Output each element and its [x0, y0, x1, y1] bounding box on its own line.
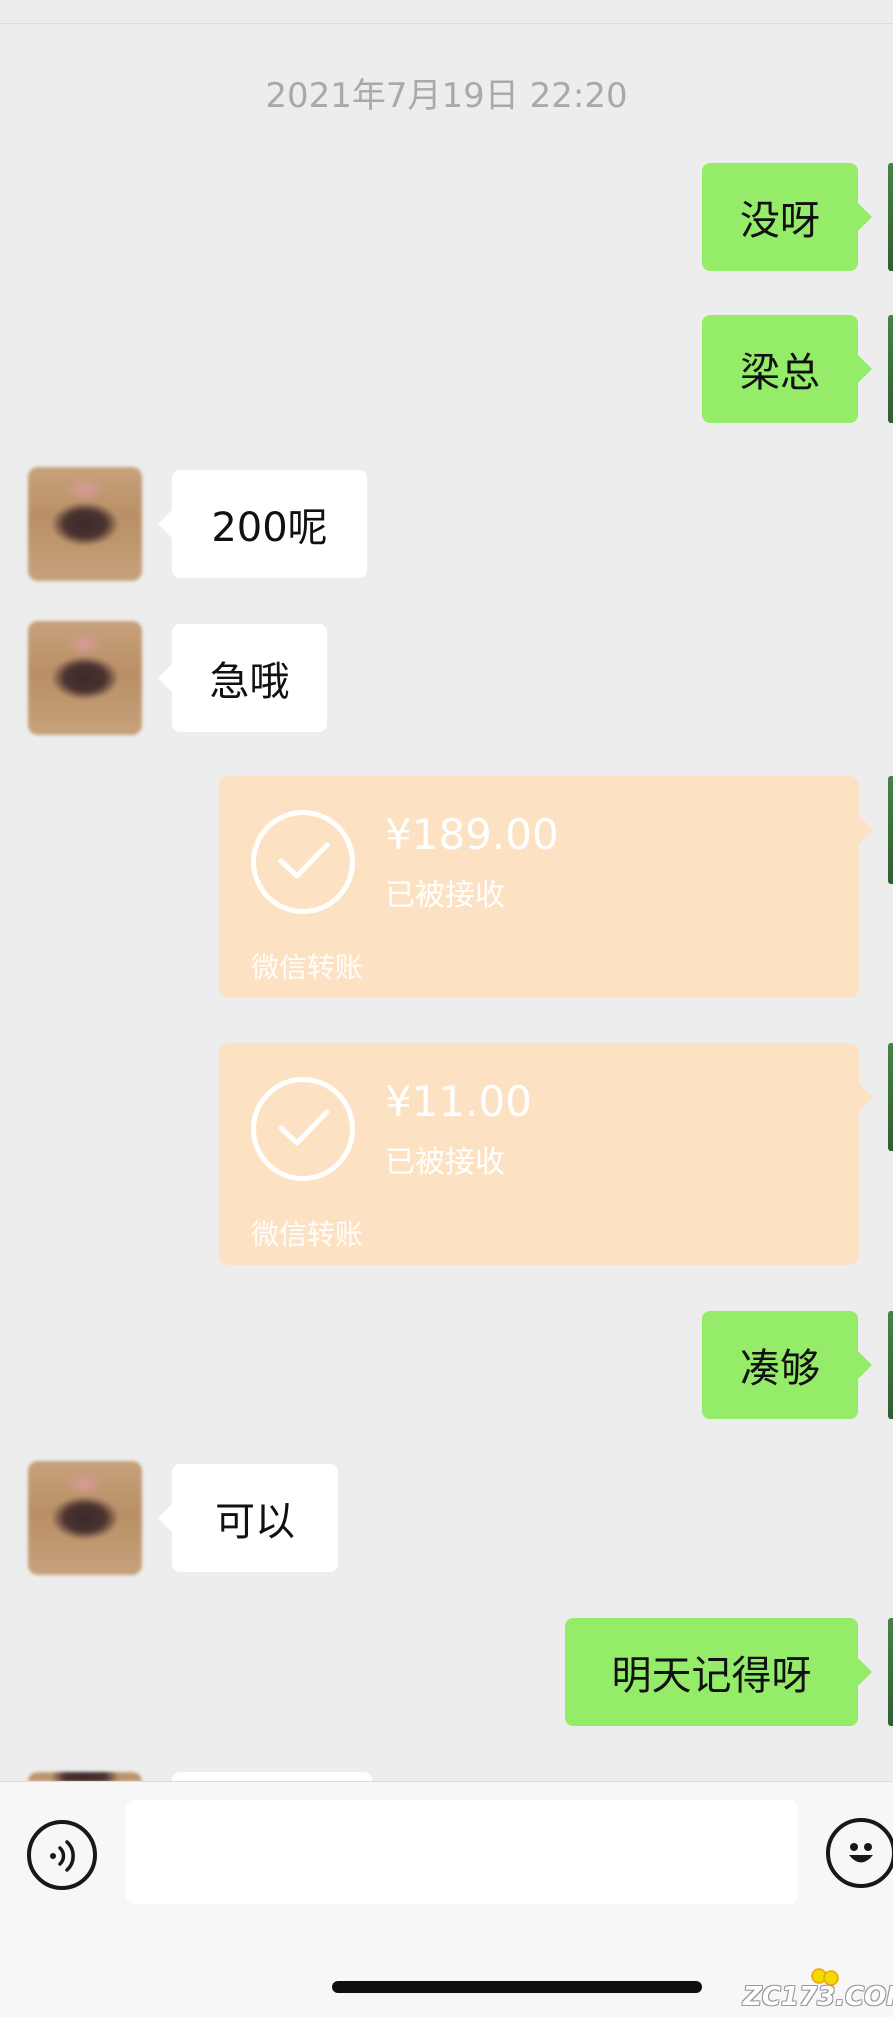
message-bubble-self[interactable]: 凑够 — [702, 1311, 872, 1419]
watermark: ZC173.COM — [743, 1982, 893, 2012]
check-circle-icon — [251, 810, 355, 914]
message-text: 没呀 — [740, 198, 820, 244]
self-avatar[interactable] — [888, 1311, 893, 1419]
transfer-status: 已被接收 — [385, 1145, 505, 1180]
message-input[interactable] — [126, 1800, 798, 1904]
message-bubble-self[interactable]: 明天记得呀 — [565, 1618, 872, 1726]
message-text: 凑够 — [740, 1346, 820, 1392]
voice-icon[interactable] — [27, 1820, 97, 1890]
message-text: 可以 — [215, 1499, 295, 1545]
emoji-icon[interactable] — [826, 1818, 893, 1888]
transfer-label: 微信转账 — [251, 1218, 364, 1251]
message-text: 200呢 — [211, 505, 328, 551]
contact-avatar[interactable] — [28, 621, 142, 735]
transfer-amount: ¥189.00 — [385, 810, 559, 859]
self-avatar[interactable] — [888, 776, 893, 884]
contact-avatar[interactable] — [28, 467, 142, 581]
self-avatar[interactable] — [888, 1618, 893, 1726]
status-bar-divider — [0, 0, 893, 24]
message-text: 明天记得呀 — [611, 1653, 812, 1699]
message-bubble-self[interactable]: 梁总 — [702, 315, 872, 423]
message-bubble-other[interactable]: 可以 — [158, 1464, 338, 1572]
message-bubble-other[interactable]: 200呢 — [158, 470, 367, 578]
message-text: 急哦 — [209, 659, 290, 705]
transfer-card[interactable]: ¥11.00 已被接收 微信转账 — [219, 1043, 873, 1265]
message-text: 梁总 — [740, 350, 820, 396]
contact-avatar[interactable] — [28, 1461, 142, 1575]
self-avatar[interactable] — [888, 163, 893, 271]
transfer-card[interactable]: ¥189.00 已被接收 微信转账 — [219, 776, 873, 998]
message-bubble-other[interactable]: 急哦 — [158, 624, 327, 732]
self-avatar[interactable] — [888, 315, 893, 423]
message-bubble-self[interactable]: 没呀 — [702, 163, 872, 271]
chat-timestamp: 2021年7月19日 22:20 — [265, 76, 628, 116]
self-avatar[interactable] — [888, 1043, 893, 1151]
check-circle-icon — [251, 1077, 355, 1181]
transfer-amount: ¥11.00 — [385, 1077, 532, 1126]
transfer-label: 微信转账 — [251, 951, 364, 984]
transfer-status: 已被接收 — [385, 878, 505, 913]
home-indicator — [332, 1981, 702, 1993]
